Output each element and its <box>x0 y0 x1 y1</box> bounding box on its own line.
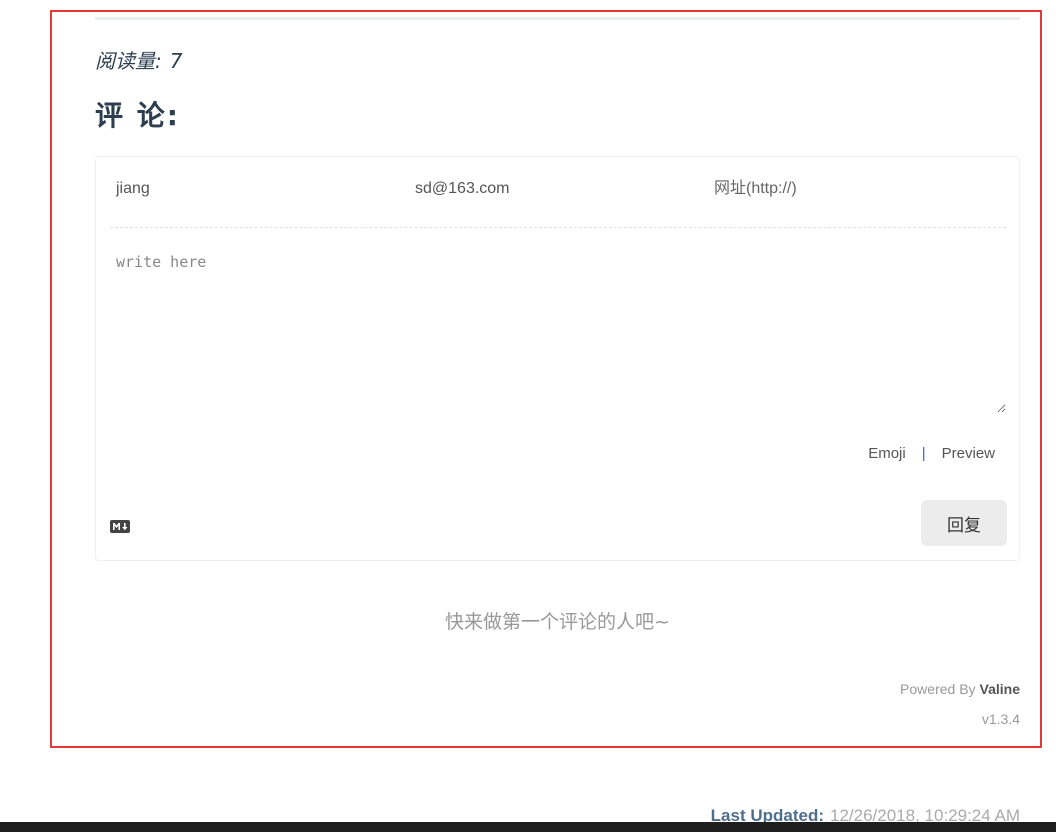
comments-heading: 评 论: <box>95 99 180 132</box>
powered-by: Powered By Valine <box>900 681 1020 697</box>
website-input[interactable] <box>708 177 1000 201</box>
read-count-value: 7 <box>169 49 183 73</box>
read-count: 阅读量: 7 <box>95 45 182 74</box>
comment-textarea[interactable] <box>110 247 1006 413</box>
read-count-label: 阅读量: <box>95 49 162 73</box>
markdown-icon[interactable] <box>110 520 130 533</box>
comment-tools: Emoji | Preview <box>868 445 995 462</box>
emoji-button[interactable]: Emoji <box>868 445 906 462</box>
email-input[interactable] <box>409 177 701 201</box>
top-divider <box>95 17 1020 20</box>
page: 阅读量: 7 评 论: Emoji | Preview 回复 快来做第一个评论的人… <box>0 0 1056 832</box>
empty-comments-message: 快来做第一个评论的人吧~ <box>445 611 670 633</box>
valine-link[interactable]: Valine <box>980 681 1020 697</box>
submit-reply-button[interactable]: 回复 <box>921 500 1007 546</box>
version-label: v1.3.4 <box>981 711 1020 727</box>
preview-button[interactable]: Preview <box>942 445 995 462</box>
powered-by-prefix: Powered By <box>900 681 976 697</box>
comment-header-row <box>110 157 1006 228</box>
comment-panel: Emoji | Preview 回复 <box>95 156 1020 561</box>
tool-separator: | <box>921 445 926 462</box>
nickname-input[interactable] <box>110 177 402 201</box>
bottom-bar <box>0 822 1056 832</box>
